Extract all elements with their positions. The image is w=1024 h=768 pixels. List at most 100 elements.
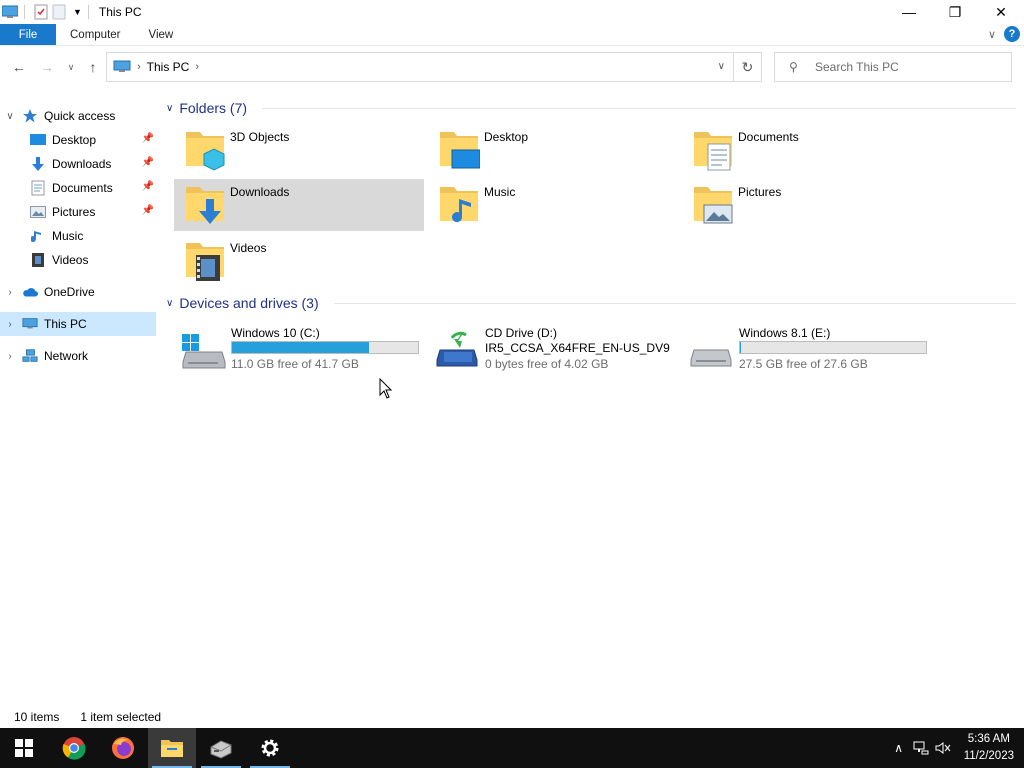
drive-c[interactable]: Windows 10 (C:) 11.0 GB free of 41.7 GB <box>174 324 424 376</box>
new-folder-icon[interactable] <box>51 4 67 20</box>
address-bar[interactable]: › This PC › ∨ <box>106 52 734 82</box>
restore-button[interactable]: ❐ <box>932 0 978 24</box>
sidebar-item-videos[interactable]: Videos <box>0 248 156 272</box>
breadcrumb-separator-icon[interactable]: › <box>137 61 141 73</box>
sidebar-item-label: Desktop <box>52 133 97 147</box>
computer-icon[interactable] <box>2 4 18 20</box>
drive-usage-bar <box>231 341 419 354</box>
folder-desktop[interactable]: Desktop <box>428 124 678 176</box>
drive-e[interactable]: Windows 8.1 (E:) 27.5 GB free of 27.6 GB <box>682 324 932 376</box>
cloud-icon <box>22 284 38 300</box>
sidebar-item-this-pc[interactable]: › This PC <box>0 312 156 336</box>
title-bar: ▼ This PC — ❐ ✕ <box>0 0 1024 24</box>
sidebar-item-label: Downloads <box>52 157 112 171</box>
help-icon[interactable]: ? <box>1004 26 1020 42</box>
recent-locations-button[interactable]: ∨ <box>62 58 80 76</box>
file-explorer-button[interactable] <box>148 728 196 768</box>
minimize-button[interactable]: — <box>886 0 932 24</box>
folder-documents[interactable]: Documents <box>682 124 932 176</box>
tab-view[interactable]: View <box>135 24 188 45</box>
expand-icon[interactable]: › <box>4 351 16 362</box>
folder-3d-objects[interactable]: 3D Objects <box>174 124 424 176</box>
sidebar-item-onedrive[interactable]: › OneDrive <box>0 280 156 304</box>
folders-group-header[interactable]: ∨ Folders (7) <box>166 97 247 119</box>
pin-icon: 📌 <box>141 157 154 168</box>
folder-music[interactable]: Music <box>428 179 678 231</box>
network-status-icon[interactable] <box>910 741 932 755</box>
pictures-folder-icon <box>694 187 733 224</box>
toolbar-separator <box>87 5 89 19</box>
firefox-button[interactable] <box>99 728 147 768</box>
collapse-group-icon[interactable]: ∨ <box>166 298 173 309</box>
tab-file[interactable]: File <box>0 24 56 45</box>
folder-name: 3D Objects <box>230 130 290 144</box>
music-icon <box>30 228 46 244</box>
close-button[interactable]: ✕ <box>978 0 1024 24</box>
sidebar-item-downloads[interactable]: Downloads 📌 <box>0 152 156 176</box>
3d-objects-icon <box>186 132 225 171</box>
documents-icon <box>30 180 46 196</box>
settings-button[interactable] <box>246 728 294 768</box>
properties-icon[interactable] <box>33 4 49 20</box>
documents-folder-icon <box>694 132 732 171</box>
customize-toolbar-icon[interactable]: ▼ <box>73 7 82 17</box>
drive-name: Windows 10 (C:) <box>231 326 320 340</box>
drive-volume-label: IR5_CCSA_X64FRE_EN-US_DV9 <box>485 341 670 355</box>
sidebar-item-label: Documents <box>52 181 113 195</box>
system-clock[interactable]: 5:36 AM 11/2/2023 <box>964 731 1014 765</box>
drive-usage-fill <box>232 342 369 353</box>
drives-group-header[interactable]: ∨ Devices and drives (3) <box>166 292 319 314</box>
show-hidden-icons-icon[interactable]: ∧ <box>888 741 910 755</box>
item-count: 10 items <box>14 710 60 724</box>
expand-icon[interactable]: › <box>4 319 16 330</box>
collapse-group-icon[interactable]: ∨ <box>166 103 173 114</box>
forward-arrow-icon: → <box>40 59 54 75</box>
tab-computer[interactable]: Computer <box>56 24 135 45</box>
cd-drive-icon <box>436 331 478 367</box>
start-icon <box>15 739 33 757</box>
address-dropdown-icon[interactable]: ∨ <box>718 61 725 72</box>
chrome-button[interactable] <box>50 728 98 768</box>
sidebar-item-network[interactable]: › Network <box>0 344 156 368</box>
drive-free-space: 27.5 GB free of 27.6 GB <box>739 357 868 371</box>
search-input[interactable] <box>815 60 995 74</box>
back-button[interactable]: ← <box>10 58 28 76</box>
firefox-icon <box>112 737 134 759</box>
start-button[interactable] <box>0 728 48 768</box>
sidebar-item-desktop[interactable]: Desktop 📌 <box>0 128 156 152</box>
breadcrumb-separator-icon[interactable]: › <box>195 61 199 73</box>
folder-videos[interactable]: Videos <box>174 235 424 287</box>
expand-ribbon-icon[interactable]: ∨ <box>988 28 996 41</box>
volume-muted-icon[interactable] <box>932 741 954 755</box>
expand-icon[interactable]: › <box>4 287 16 298</box>
windows-drive-icon <box>182 334 226 369</box>
system-tray: ∧ 5:36 AM 11/2/2023 <box>888 728 1024 768</box>
drive-free-space: 0 bytes free of 4.02 GB <box>485 357 609 371</box>
sidebar-item-label: Videos <box>52 253 89 267</box>
server-manager-button[interactable] <box>197 728 245 768</box>
drive-d[interactable]: CD Drive (D:) IR5_CCSA_X64FRE_EN-US_DV9 … <box>428 324 678 376</box>
navigation-bar: ← → ∨ ↑ › This PC › ∨ ↻ ⚲ <box>0 50 1024 84</box>
ribbon-tabs: File Computer View ∨ ? <box>0 24 1024 46</box>
content-pane: ∨ Folders (7) 3D Objects Desktop Documen… <box>160 96 1020 706</box>
drive-usage-bar <box>739 341 927 354</box>
restore-icon: ❐ <box>948 3 962 20</box>
search-box[interactable]: ⚲ <box>774 52 1012 82</box>
sidebar-item-quick-access[interactable]: ∨ Quick access <box>0 104 156 128</box>
sidebar-item-label: OneDrive <box>44 285 95 299</box>
up-button[interactable]: ↑ <box>84 58 102 76</box>
folder-pictures[interactable]: Pictures <box>682 179 932 231</box>
sidebar-item-pictures[interactable]: Pictures 📌 <box>0 200 156 224</box>
refresh-button[interactable]: ↻ <box>734 52 762 82</box>
collapse-icon[interactable]: ∨ <box>4 111 16 122</box>
music-folder-icon <box>440 187 478 223</box>
folder-name: Pictures <box>738 185 782 199</box>
forward-button[interactable]: → <box>38 58 56 76</box>
sidebar-item-label: Music <box>52 229 84 243</box>
breadcrumb-this-pc[interactable]: This PC <box>147 60 190 74</box>
hard-drive-icon <box>690 349 732 367</box>
pin-icon: 📌 <box>141 181 154 192</box>
sidebar-item-documents[interactable]: Documents 📌 <box>0 176 156 200</box>
sidebar-item-music[interactable]: Music <box>0 224 156 248</box>
folder-downloads[interactable]: Downloads <box>174 179 424 231</box>
